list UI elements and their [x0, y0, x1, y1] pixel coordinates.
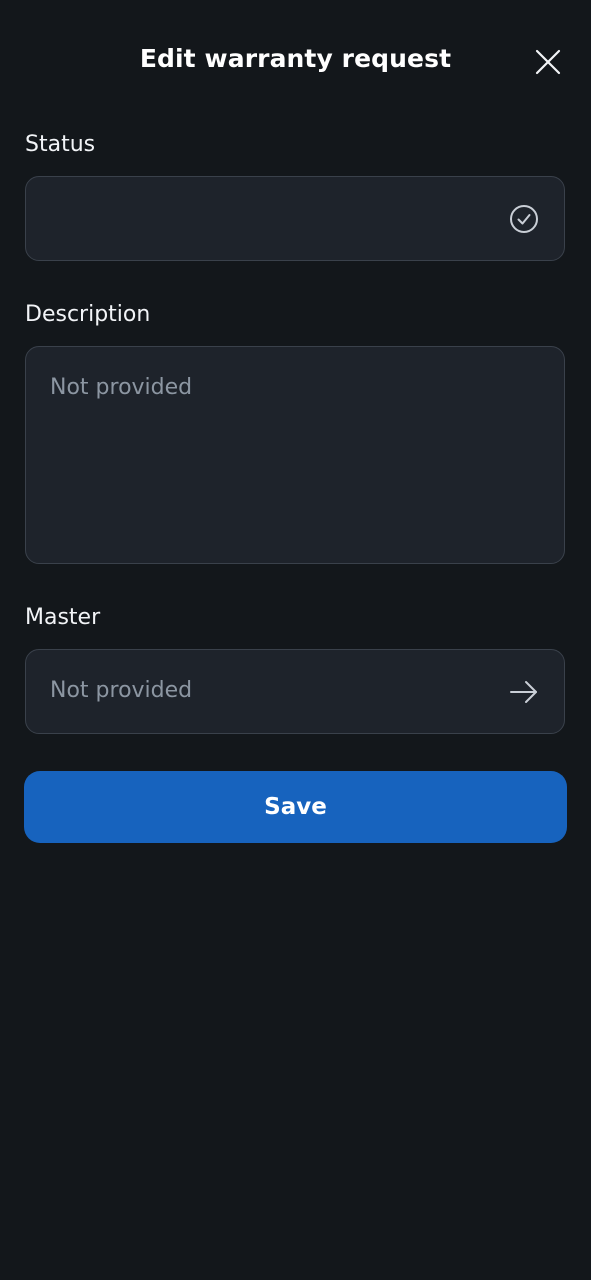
header: Edit warranty request	[0, 30, 591, 90]
status-label: Status	[25, 132, 96, 157]
close-icon	[535, 49, 561, 75]
save-button[interactable]: Save	[24, 771, 567, 843]
status-select[interactable]	[25, 176, 565, 261]
description-label: Description	[25, 302, 151, 327]
close-button[interactable]	[528, 42, 568, 82]
master-select[interactable]: Not provided	[25, 649, 565, 734]
check-circle-icon	[508, 203, 540, 235]
save-button-label: Save	[264, 794, 327, 820]
master-placeholder: Not provided	[50, 678, 193, 703]
arrow-right-icon	[508, 676, 540, 708]
page-title: Edit warranty request	[139, 44, 452, 73]
description-field[interactable]: Not provided	[25, 346, 565, 564]
description-placeholder: Not provided	[50, 375, 193, 400]
master-label: Master	[25, 605, 101, 630]
